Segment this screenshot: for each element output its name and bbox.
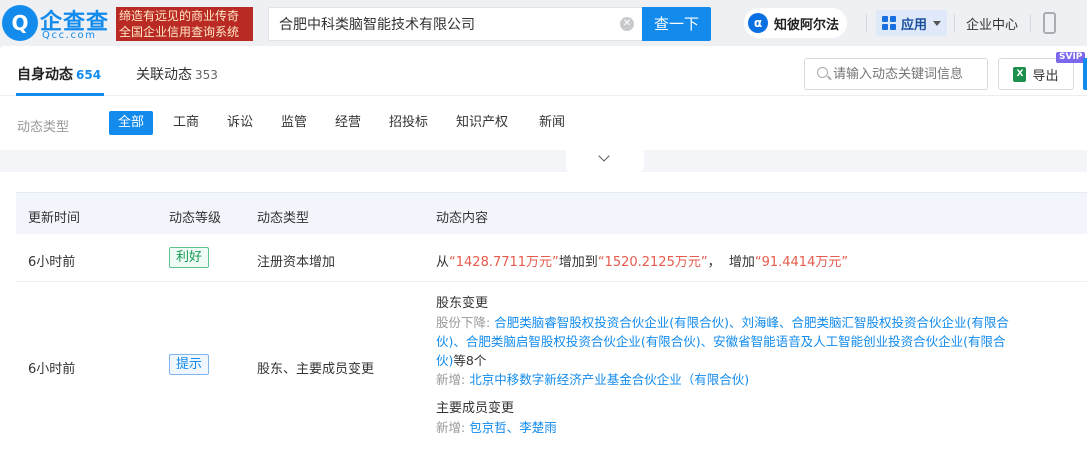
header-divider (954, 14, 955, 32)
tab-related-dynamics[interactable]: 关联动态 353 (136, 64, 218, 84)
slogan-banner: 缔造有远见的商业传奇 全国企业信用查询系统 (116, 7, 253, 41)
company-search-box: ✕ (268, 7, 642, 41)
mobile-phone-icon[interactable] (1043, 12, 1056, 34)
tab-label: 自身动态 (17, 67, 73, 83)
member-added-line: 新增: 包京哲、李楚雨 (436, 418, 557, 437)
company-search-input[interactable] (269, 8, 609, 40)
filter-label: 动态类型 (17, 120, 70, 135)
old-capital-value: “1428.7711万元” (449, 255, 559, 270)
dynamics-tabs: 自身动态654 关联动态353 X 导出 SVIP (0, 46, 1087, 96)
dynamics-keyword-search (804, 58, 988, 90)
member-added-label: 新增: (436, 420, 466, 435)
top-header: Q 企查查 Qcc.com 缔造有远见的商业传奇 全国企业信用查询系统 ✕ 查一… (0, 0, 1087, 46)
filter-chip-regulation[interactable]: 监管 (281, 111, 307, 135)
row-type: 注册资本增加 (257, 255, 336, 270)
row-time: 6小时前 (28, 362, 76, 377)
excel-icon: X (1013, 66, 1027, 82)
expand-filters-toggle[interactable] (566, 150, 644, 172)
share-decrease-line: 伙)、合肥类脑启智股权投资合伙企业(有限合伙)、安徽省智能语音及人工智能创业投资… (436, 332, 1006, 351)
share-decrease-line: 股份下降: 合肥类脑睿智股权投资合伙企业(有限合伙)、刘海峰、合肥类脑汇智股权投… (436, 313, 1009, 332)
search-button[interactable]: 查一下 (642, 7, 711, 41)
active-tab-underline (16, 93, 104, 96)
side-edge-button[interactable] (1083, 58, 1087, 90)
header-divider (866, 14, 867, 32)
member-added-names[interactable]: 包京哲、李楚雨 (469, 420, 557, 435)
chevron-down-icon (598, 150, 610, 162)
apps-menu-button[interactable]: 应用 (876, 10, 948, 36)
filter-chip-news[interactable]: 新闻 (539, 111, 565, 135)
content-text: 增加到 (558, 255, 598, 270)
capital-increase-value: “91.4414万元” (754, 255, 849, 270)
shareholder-change-title: 股东变更 (436, 296, 489, 311)
level-badge-positive: 利好 (169, 247, 210, 268)
zhipo-alpha-button[interactable]: α 知彼阿尔法 (744, 8, 848, 38)
new-capital-value: “1520.2125万元” (597, 255, 708, 270)
share-decrease-line: 伙)等8个 (436, 351, 486, 370)
tab-count: 353 (195, 68, 218, 82)
export-label: 导出 (1032, 68, 1059, 84)
content-text: ， 增加 (707, 255, 755, 270)
column-header-level: 动态等级 (169, 211, 222, 226)
member-change-title: 主要成员变更 (436, 401, 515, 416)
share-decrease-count: 等8个 (453, 353, 487, 368)
tab-count: 654 (76, 68, 102, 82)
shareholder-added-entity[interactable]: 北京中移数字新经济产业基金合伙企业（有限合伙) (469, 372, 749, 387)
logo-mark-icon: Q (2, 5, 38, 41)
filter-chip-operation[interactable]: 经营 (335, 111, 361, 135)
share-decrease-label: 股份下降: (436, 315, 491, 330)
column-header-type: 动态类型 (257, 211, 310, 226)
row-type: 股东、主要成员变更 (257, 362, 375, 377)
row-time: 6小时前 (28, 255, 76, 270)
filter-chip-all[interactable]: 全部 (109, 111, 154, 135)
column-header-time: 更新时间 (28, 211, 81, 226)
dynamics-panel: 自身动态654 关联动态353 X 导出 SVIP 动态类型 全部 工商 诉讼 … (0, 46, 1087, 452)
table-header: 更新时间 动态等级 动态类型 动态内容 (16, 192, 1087, 234)
filter-chip-litigation[interactable]: 诉讼 (227, 111, 253, 135)
svip-badge: SVIP (1056, 52, 1086, 63)
filter-chip-bidding[interactable]: 招投标 (389, 111, 428, 135)
content-text: 从 (436, 255, 450, 270)
dynamic-type-filter: 动态类型 全部 工商 诉讼 监管 经营 招投标 知识产权 新闻 (0, 108, 1087, 138)
header-divider (1030, 14, 1031, 32)
level-badge-notice: 提示 (169, 354, 210, 375)
share-decrease-entities[interactable]: 合肥类脑睿智股权投资合伙企业(有限合伙)、刘海峰、合肥类脑汇智股权投资合伙企业(… (494, 315, 1009, 330)
apps-label: 应用 (901, 17, 928, 33)
slogan-line-1: 缔造有远见的商业传奇 (119, 9, 240, 23)
table-row: 6小时前 提示 股东、主要成员变更 股东变更 股份下降: 合肥类脑睿智股权投资合… (16, 282, 1087, 452)
shareholder-added-label: 新增: (436, 372, 466, 387)
share-decrease-entities[interactable]: 伙) (436, 353, 453, 368)
slogan-line-2: 全国企业信用查询系统 (119, 25, 240, 39)
filter-chip-business[interactable]: 工商 (173, 111, 199, 135)
table-row: 6小时前 利好 注册资本增加 从“1428.7711万元”增加到“1520.21… (16, 234, 1087, 282)
logo-domain: Qcc.com (42, 30, 97, 41)
tab-own-dynamics[interactable]: 自身动态 654 (17, 64, 101, 84)
tab-label: 关联动态 (136, 67, 192, 83)
qcc-logo[interactable]: Q 企查查 Qcc.com (2, 5, 114, 41)
row-content: 从“1428.7711万元”增加到“1520.2125万元”， 增加“91.44… (436, 251, 848, 270)
filter-chip-ip[interactable]: 知识产权 (456, 111, 508, 135)
column-header-content: 动态内容 (436, 211, 489, 226)
zhipo-alpha-label: 知彼阿尔法 (774, 17, 840, 33)
enterprise-center-link[interactable]: 企业中心 (966, 14, 1018, 33)
share-decrease-entities[interactable]: 伙)、合肥类脑启智股权投资合伙企业(有限合伙)、安徽省智能语音及人工智能创业投资… (436, 334, 1006, 349)
search-icon (817, 67, 828, 78)
apps-grid-icon (882, 16, 896, 30)
shareholder-added-line: 新增: 北京中移数字新经济产业基金合伙企业（有限合伙) (436, 370, 749, 389)
clear-search-icon[interactable]: ✕ (620, 17, 634, 31)
dynamics-keyword-input[interactable] (833, 59, 983, 89)
collapse-band (0, 150, 1087, 172)
zhipo-alpha-icon: α (748, 13, 768, 33)
caret-down-icon (933, 20, 942, 26)
